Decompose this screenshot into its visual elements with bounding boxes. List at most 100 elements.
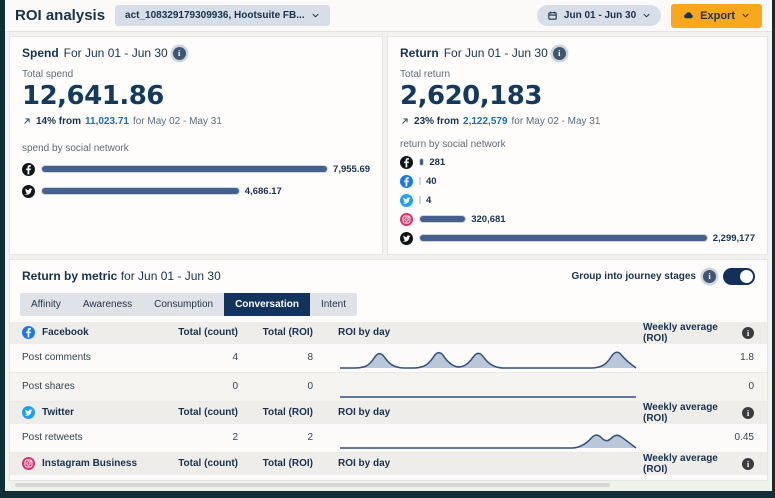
spend-panel: Spend For Jun 01 - Jun 30 Total spend 12… (9, 36, 383, 255)
toggle-knob (740, 270, 753, 283)
date-range-label: Jun 01 - Jun 30 (564, 10, 636, 21)
col-header-roi: Total (ROI) (238, 458, 313, 469)
col-header-day: ROI by day (313, 458, 643, 469)
metrics-period: for Jun 01 - Jun 30 (121, 269, 221, 283)
date-range-picker[interactable]: Jun 01 - Jun 30 (537, 5, 661, 26)
facebook-icon (400, 156, 413, 169)
roi-by-day-sparkline (338, 424, 638, 452)
return-title-row: Return For Jun 01 - Jun 30 (400, 46, 755, 60)
chevron-down-icon (311, 11, 320, 20)
col-header-roi: Total (ROI) (238, 327, 313, 338)
spend-bar-twitter-value: 4,686.17 (245, 186, 282, 197)
instagram-icon (22, 457, 35, 470)
spend-period: For Jun 01 - Jun 30 (64, 46, 168, 60)
table-row: Post shares 0 0 0 (10, 373, 767, 402)
return-bar (420, 235, 707, 241)
account-dropdown[interactable]: act_108329179309936, Hootsuite FB... (115, 5, 330, 26)
screenshot-frame: ROI analysis act_108329179309936, Hootsu… (0, 0, 775, 498)
section-name: Twitter (42, 407, 74, 418)
horizontal-scrollbar[interactable] (15, 483, 610, 487)
return-title: Return (400, 46, 439, 60)
facebook-icon (22, 326, 35, 339)
return-previous-value-link[interactable]: 2,122,579 (463, 116, 508, 127)
metric-count: 2 (158, 432, 238, 443)
twitter-icon (22, 406, 35, 419)
tab-awareness[interactable]: Awareness (72, 293, 143, 316)
export-button[interactable]: Export (671, 4, 762, 28)
return-bar-row-facebook-dark: 281 (400, 156, 755, 169)
return-bar-value: 40 (426, 176, 437, 187)
col-header-count: Total (count) (158, 327, 238, 338)
roi-by-day-sparkline (338, 344, 638, 372)
col-header-roi: Total (ROI) (238, 407, 313, 418)
metric-tabs: Affinity Awareness Consumption Conversat… (20, 293, 357, 316)
tab-affinity[interactable]: Affinity (20, 293, 72, 316)
return-bar-value: 4 (426, 195, 431, 206)
info-icon[interactable] (742, 327, 754, 339)
table-row: Post retweets 2 2 0.45 (10, 424, 767, 453)
return-bar-row-twitter-dark: 2,299,177 (400, 232, 755, 245)
metrics-title-bold: Return by metric (22, 269, 117, 283)
return-bar-row-twitter: 4 (400, 194, 755, 207)
info-icon[interactable] (742, 458, 754, 470)
return-bar-value: 281 (429, 157, 445, 168)
spend-title-row: Spend For Jun 01 - Jun 30 (22, 46, 370, 60)
spend-bar-row-facebook: 7,955.69 (22, 163, 370, 176)
metric-roi: 8 (238, 352, 313, 363)
col-header-day: ROI by day (313, 327, 643, 338)
spend-delta-period: for May 02 - May 31 (133, 116, 222, 127)
spend-previous-value-link[interactable]: 11,023.71 (85, 116, 129, 127)
top-bar: ROI analysis act_108329179309936, Hootsu… (5, 0, 772, 32)
spend-bar-facebook-value: 7,955.69 (333, 164, 370, 175)
chevron-down-icon (741, 11, 750, 20)
metric-weekly-avg: 0.45 (643, 432, 767, 443)
tab-intent[interactable]: Intent (310, 293, 357, 316)
chevron-down-icon (642, 11, 651, 20)
roi-analysis-app: ROI analysis act_108329179309936, Hootsu… (5, 0, 772, 491)
info-icon[interactable] (553, 47, 566, 60)
journey-stages-control: Group into journey stages (572, 268, 755, 285)
col-header-weekly: Weekly average (ROI) (643, 322, 737, 344)
summary-cards: Spend For Jun 01 - Jun 30 Total spend 12… (9, 36, 768, 255)
section-header-instagram: Instagram Business Total (count) Total (… (10, 453, 767, 475)
return-bar (420, 159, 423, 165)
info-icon[interactable] (703, 270, 716, 283)
return-bar-row-instagram: 320,681 (400, 213, 755, 226)
account-dropdown-label: act_108329179309936, Hootsuite FB... (125, 10, 305, 21)
journey-stages-toggle[interactable] (723, 268, 755, 285)
return-delta-pct: 23% from (414, 116, 459, 127)
info-icon[interactable] (742, 407, 754, 419)
metric-count: 0 (158, 381, 238, 392)
return-by-metric-panel: Return by metric for Jun 01 - Jun 30 Gro… (9, 259, 768, 481)
return-panel: Return For Jun 01 - Jun 30 Total return … (387, 36, 768, 255)
return-delta-period: for May 02 - May 31 (512, 116, 601, 127)
spend-bar-twitter (42, 188, 239, 194)
metric-roi: 2 (238, 432, 313, 443)
return-bar-row-facebook: 40 (400, 175, 755, 188)
spend-title: Spend (22, 46, 59, 60)
section-name: Facebook (42, 327, 89, 338)
spend-by-network-label: spend by social network (22, 143, 370, 154)
tab-conversation[interactable]: Conversation (224, 293, 310, 316)
total-spend-label: Total spend (22, 69, 370, 80)
metric-count: 4 (158, 352, 238, 363)
export-cloud-icon (683, 10, 694, 21)
facebook-icon (400, 175, 413, 188)
col-header-day: ROI by day (313, 407, 643, 418)
metric-roi: 0 (238, 381, 313, 392)
return-period: For Jun 01 - Jun 30 (444, 46, 548, 60)
journey-stages-label: Group into journey stages (572, 271, 696, 282)
info-icon[interactable] (173, 47, 186, 60)
metric-weekly-avg: 0 (643, 381, 767, 392)
total-spend-value: 12,641.86 (22, 82, 370, 111)
bar-track: 4,686.17 (42, 186, 370, 197)
total-return-label: Total return (400, 69, 755, 80)
twitter-icon (400, 194, 413, 207)
trend-up-icon (400, 116, 410, 126)
tab-consumption[interactable]: Consumption (143, 293, 224, 316)
metric-weekly-avg: 1.8 (643, 352, 767, 363)
return-bar-value: 320,681 (471, 214, 505, 225)
section-header-facebook: Facebook Total (count) Total (ROI) ROI b… (10, 322, 767, 344)
total-return-value: 2,620,183 (400, 82, 755, 111)
facebook-icon (22, 163, 35, 176)
